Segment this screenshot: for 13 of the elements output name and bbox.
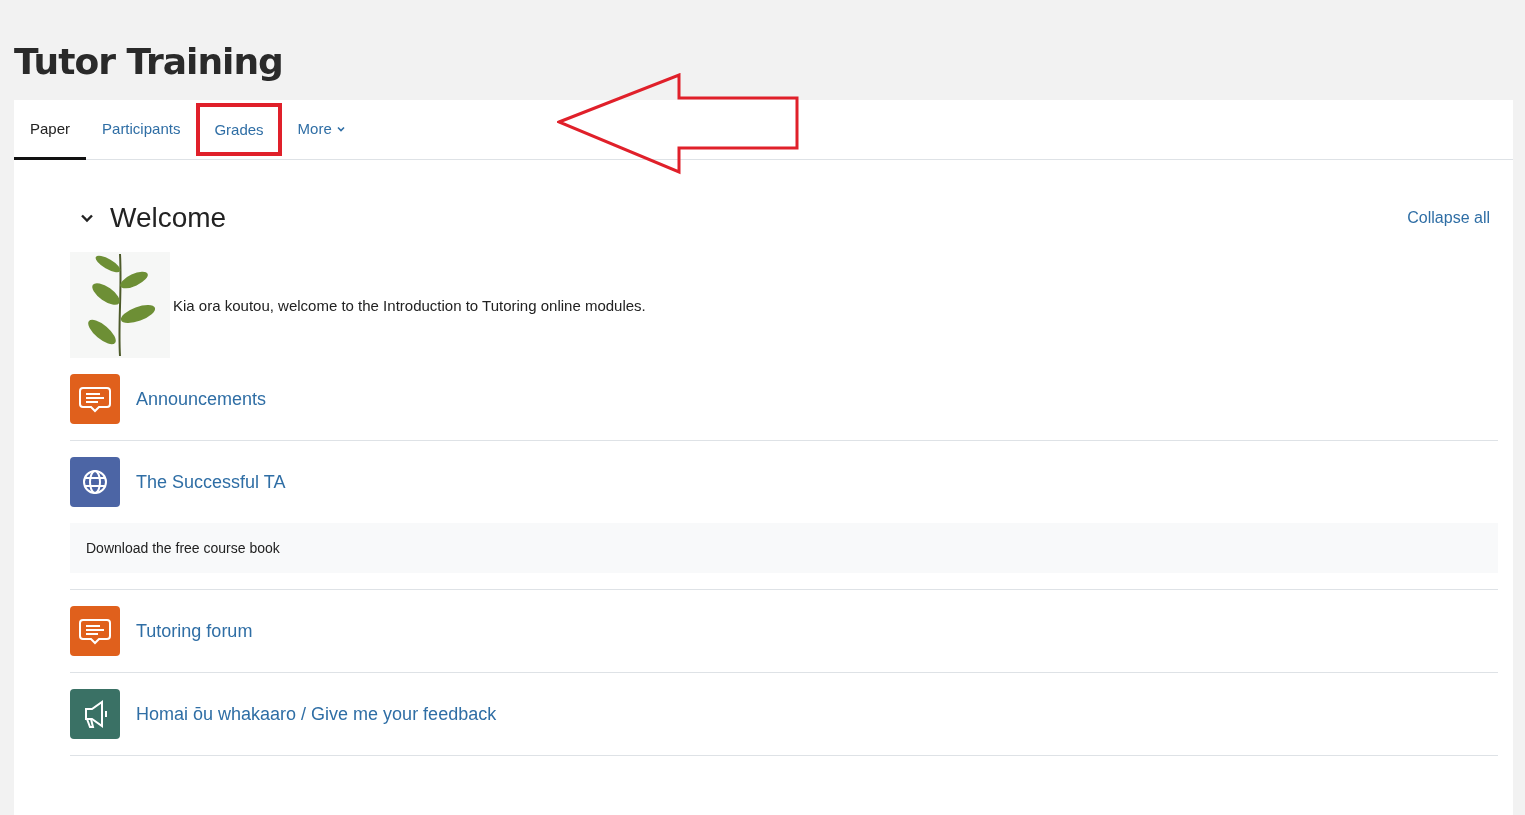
section-summary: Kia ora koutou, welcome to the Introduction to Tutoring online modules. [173,296,646,314]
nav-tab[interactable]: Paper [14,100,87,160]
activity-link[interactable]: Tutoring forum [136,620,253,642]
activity-link[interactable]: Announcements [136,388,267,410]
activity-link[interactable]: Homai ōu whakaaro / Give me your feedback [136,703,497,725]
collapse-all-link[interactable]: Collapse all [1407,209,1490,227]
nav-tab[interactable]: Participants [86,100,197,160]
nav-tab[interactable]: Grades [196,103,282,156]
activity-description: Download the free course book [70,523,1498,573]
activity-link[interactable]: The Successful TA [136,471,286,493]
page-title: Tutor Training [14,40,284,84]
section-title: Welcome [110,202,228,234]
nav-tab[interactable]: More [281,100,362,160]
